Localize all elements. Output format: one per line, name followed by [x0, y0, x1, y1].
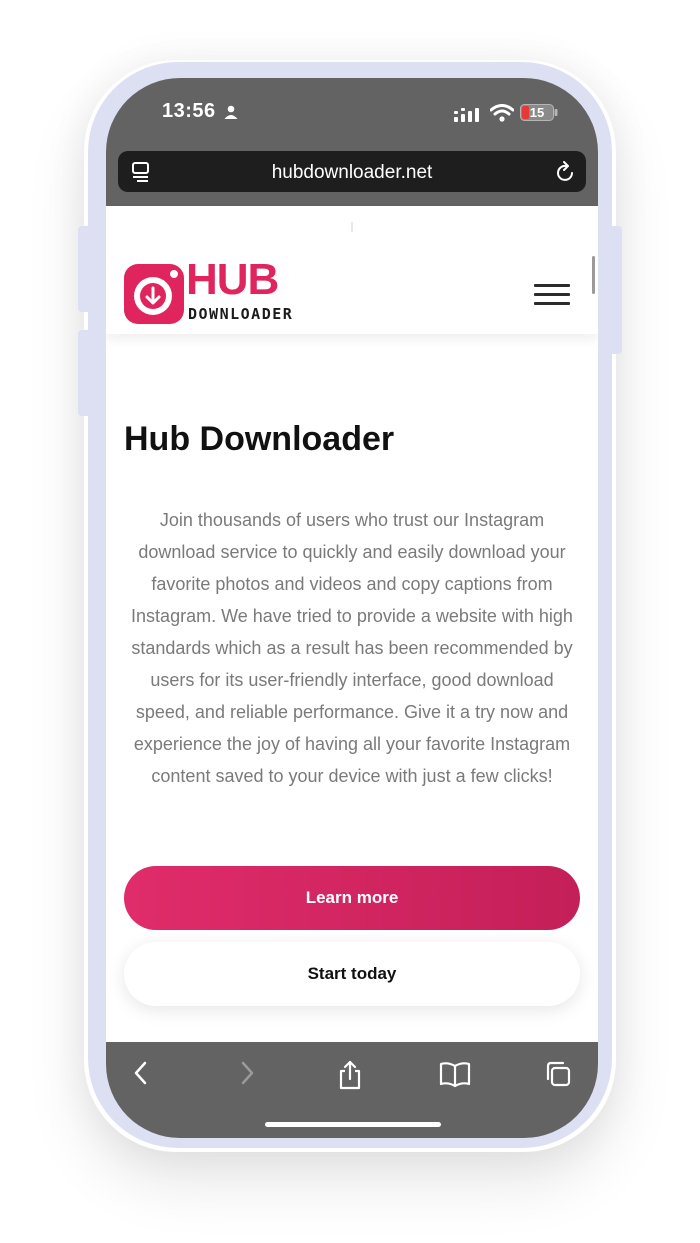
reload-icon[interactable] [556, 161, 576, 183]
notch-mark [351, 222, 353, 232]
learn-more-button[interactable]: Learn more [124, 866, 580, 930]
logo-wordmark[interactable]: HUB [186, 258, 279, 302]
wifi-icon [490, 104, 514, 122]
start-today-button[interactable]: Start today [124, 942, 580, 1006]
hamburger-menu-icon[interactable] [534, 284, 570, 306]
browser-toolbar [106, 1042, 598, 1138]
download-icon [134, 270, 178, 315]
logo-subtitle: DOWNLOADER [188, 305, 294, 323]
scroll-indicator[interactable] [592, 256, 595, 294]
tabs-icon[interactable] [544, 1060, 572, 1088]
cellular-signal-icon [454, 108, 479, 122]
site-header: HUB DOWNLOADER [106, 206, 598, 334]
page-title: Hub Downloader [124, 420, 395, 458]
logo-badge[interactable] [124, 264, 184, 324]
url-text[interactable]: hubdownloader.net [118, 162, 586, 184]
phone-screen: 13:56 15 hubdownloader.net HUB DOWNLOADE… [106, 78, 598, 1138]
browser-top-bar: 13:56 15 hubdownloader.net [106, 78, 598, 206]
bookmarks-icon[interactable] [439, 1060, 471, 1088]
forward-icon[interactable] [236, 1060, 258, 1086]
person-icon [224, 105, 238, 119]
address-bar[interactable]: hubdownloader.net [118, 151, 586, 192]
share-icon[interactable] [336, 1060, 364, 1090]
intro-paragraph: Join thousands of users who trust our In… [131, 510, 573, 786]
home-indicator[interactable] [265, 1122, 441, 1127]
status-time: 13:56 [162, 100, 216, 122]
battery-level: 15 [529, 105, 545, 120]
back-icon[interactable] [130, 1060, 152, 1086]
